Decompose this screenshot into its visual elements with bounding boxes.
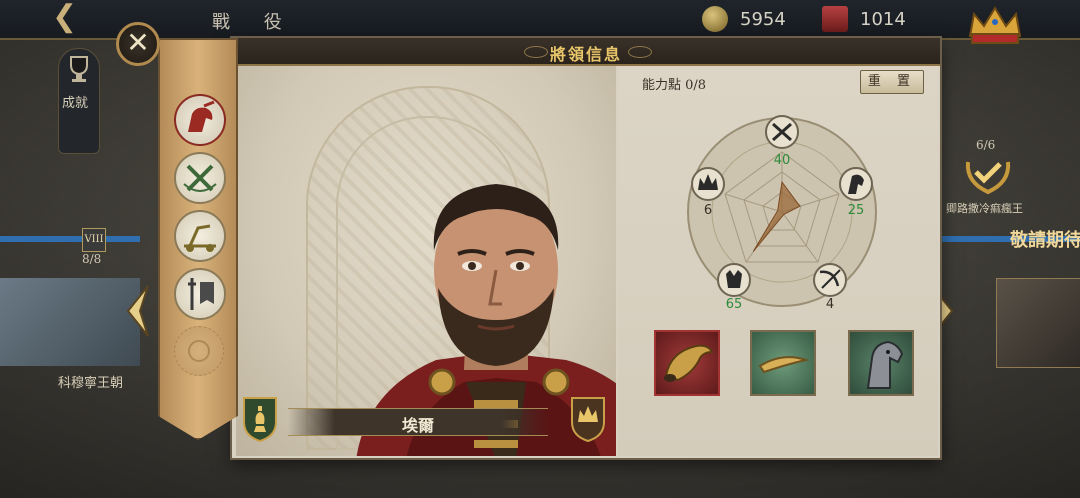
stat-node-archery: 4 <box>813 263 847 310</box>
tab-skills[interactable] <box>174 152 226 204</box>
gold-coin-icon <box>702 6 728 32</box>
campaign-title: 戰 役 <box>212 12 296 33</box>
progress-track <box>0 236 140 242</box>
tusk-icon <box>758 356 810 374</box>
stat-radar-chart: 40 25 4 65 6 <box>687 115 877 310</box>
campaign-card-right[interactable] <box>996 278 1080 368</box>
banner-icon <box>822 6 848 32</box>
horse-head-icon <box>866 340 904 389</box>
ability-points-label: 能力點 0/8 <box>642 78 707 93</box>
portrait-panel <box>236 66 616 456</box>
crown-icon[interactable] <box>964 2 1026 48</box>
honor-amount: 1014 <box>860 8 906 30</box>
catapult-icon <box>184 224 216 252</box>
achievement-label: 成就 <box>62 96 89 111</box>
horn-icon <box>664 344 714 382</box>
close-button[interactable]: ✕ <box>116 22 160 66</box>
sword-banner-icon <box>188 278 214 310</box>
stat-value-cavalry: 25 <box>848 203 865 218</box>
right-badge-count: 6/6 <box>976 138 996 152</box>
crossed-swords-icon <box>183 164 217 192</box>
general-name: 埃爾 <box>401 416 434 435</box>
stat-node-defense: 65 <box>717 263 751 310</box>
general-info-dialog: 將領信息 埃爾 能力點 0/8 重 置 40 25 4 65 6 ✕ <box>116 22 940 458</box>
laurel-badge-icon <box>965 161 1011 195</box>
tab-info[interactable] <box>174 94 226 146</box>
stat-value-attack: 40 <box>774 153 791 168</box>
stat-value-defense: 65 <box>726 297 743 310</box>
close-icon: ✕ <box>126 26 150 59</box>
cavalry-icon <box>188 100 215 132</box>
gold-amount: 5954 <box>740 8 786 30</box>
chess-king-shield-icon <box>243 397 277 442</box>
general-name-plate: 埃爾 <box>288 408 548 436</box>
crown-shield-icon <box>571 397 605 442</box>
previous-general-arrow-icon[interactable] <box>122 284 152 338</box>
top-bar: ❮ 戰 役 5954 1014 <box>0 0 1080 44</box>
equipment-slot-tusk[interactable] <box>750 330 816 396</box>
stat-value-command: 6 <box>704 203 712 218</box>
campaign-card-left-label: 科穆寧王朝 <box>58 376 124 391</box>
tab-siege[interactable] <box>174 210 226 262</box>
locked-slot-icon <box>188 340 210 362</box>
gold-counter: 5954 <box>702 4 786 34</box>
general-tab-column <box>158 38 238 440</box>
equipment-slot-horn[interactable] <box>654 330 720 396</box>
dialog-title-bar: 將領信息 <box>232 38 940 66</box>
equipment-slot-horse[interactable] <box>848 330 914 396</box>
level-count: 8/8 <box>82 252 102 266</box>
campaign-card-left[interactable] <box>0 278 140 366</box>
stat-value-archery: 4 <box>826 297 834 310</box>
level-badge: VIII <box>82 228 106 252</box>
coming-soon-label: 敬請期待 <box>1010 230 1080 251</box>
back-arrow-icon[interactable]: ❮ <box>52 2 92 34</box>
honor-counter: 1014 <box>822 4 906 34</box>
dialog-title: 將領信息 <box>549 45 622 64</box>
trophy-icon <box>70 56 88 82</box>
tab-locked <box>174 326 224 376</box>
right-badge-label: 卿路撒冷痲瘋王 <box>946 202 1023 215</box>
tab-equipment[interactable] <box>174 268 226 320</box>
reset-button[interactable]: 重 置 <box>860 70 924 94</box>
